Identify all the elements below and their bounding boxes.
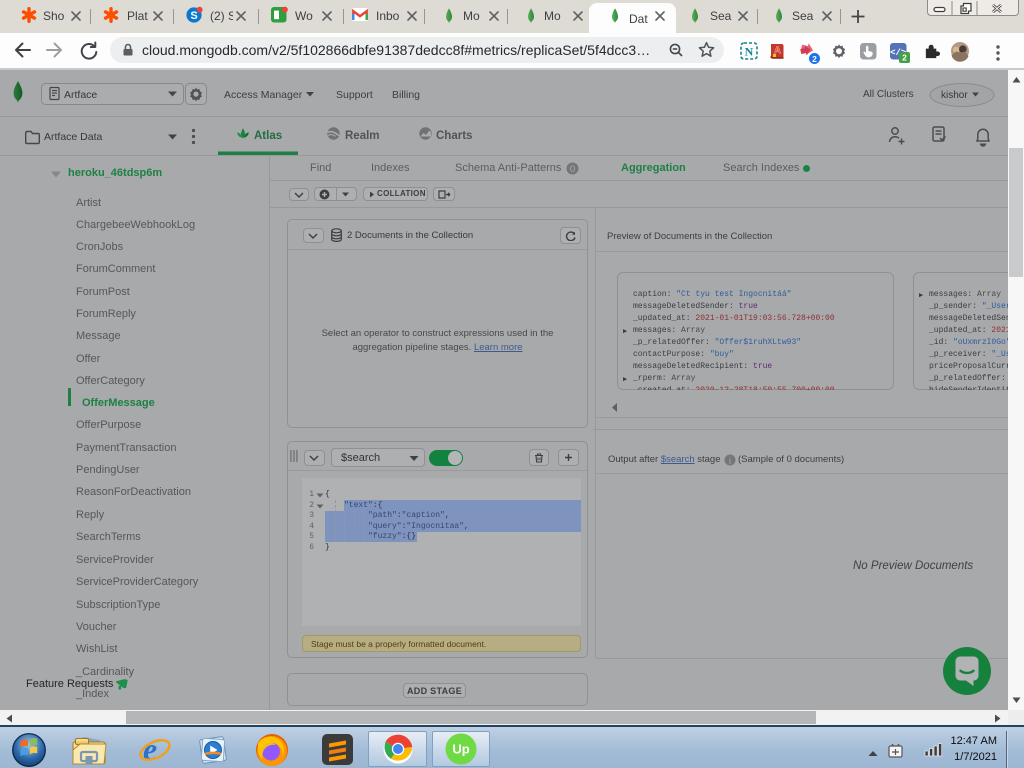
- svg-text:Up: Up: [452, 742, 469, 757]
- svg-text:A: A: [774, 45, 781, 55]
- svg-text:2: 2: [812, 54, 817, 64]
- svg-text:S: S: [190, 10, 197, 22]
- svg-text:N: N: [745, 45, 754, 59]
- svg-text:2: 2: [902, 53, 907, 63]
- svg-text:e: e: [143, 731, 157, 767]
- svg-text:0: 0: [570, 164, 575, 175]
